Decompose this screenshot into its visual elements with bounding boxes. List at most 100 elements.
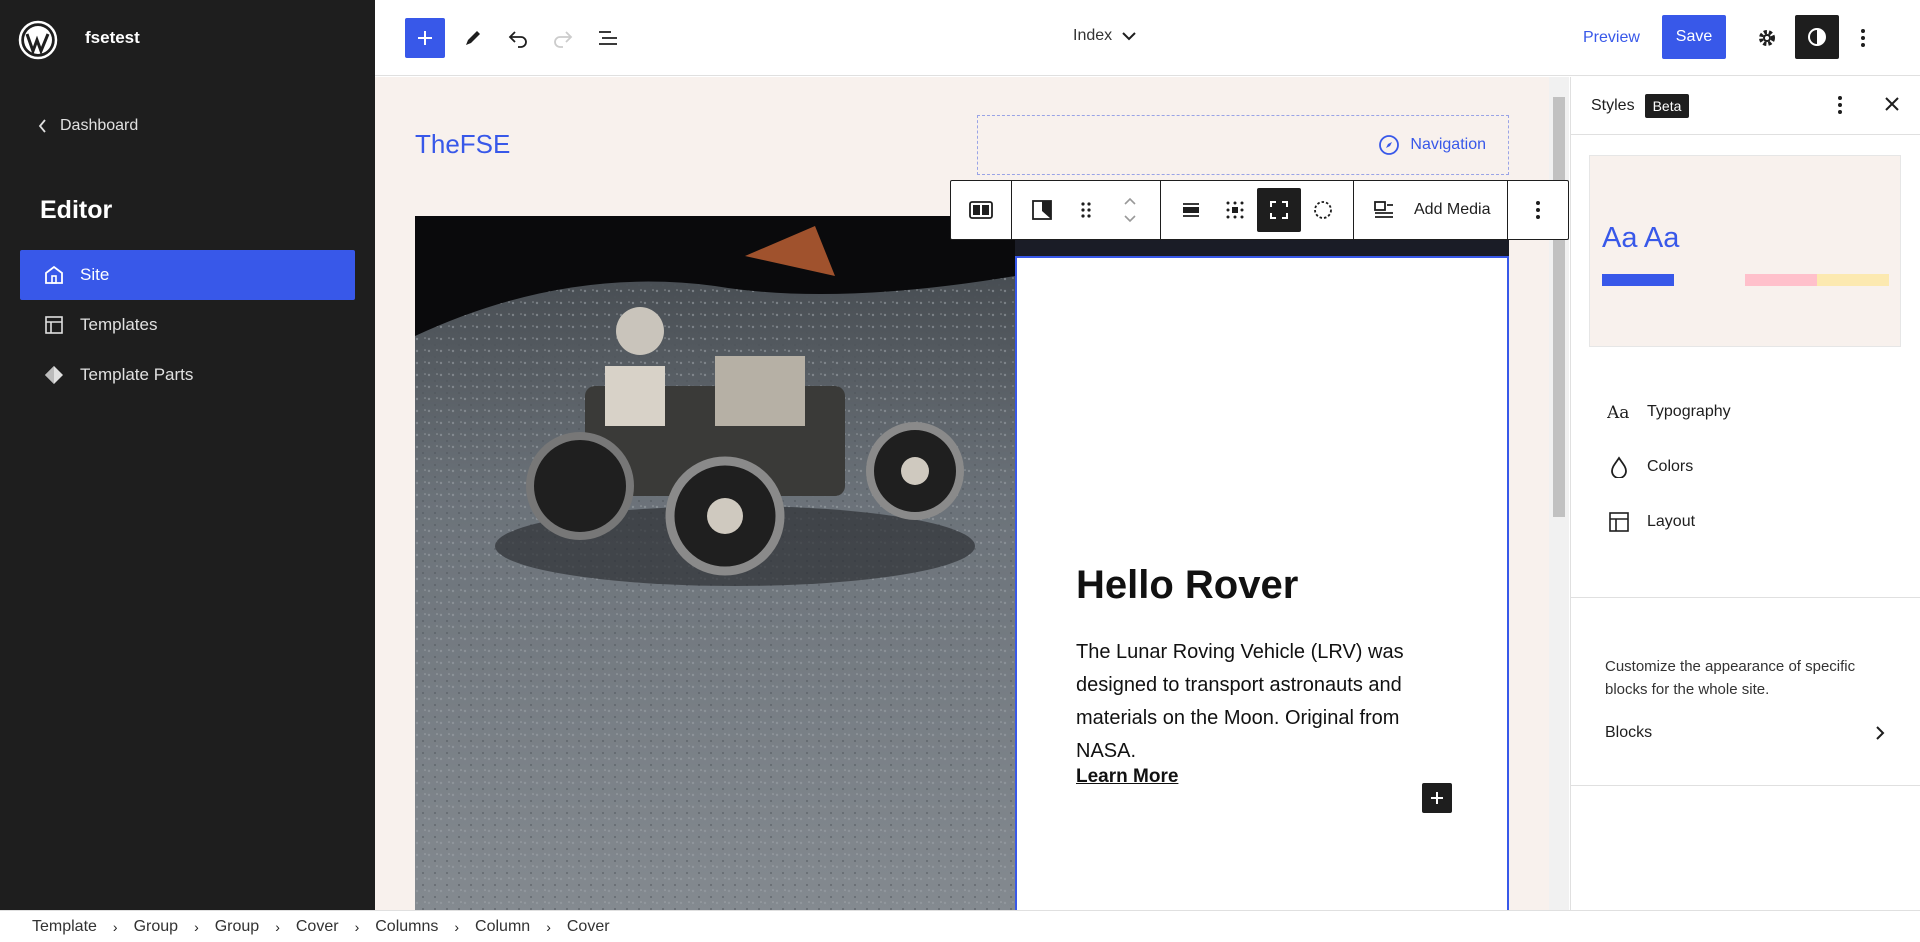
block-toolbar: Add Media: [950, 180, 1569, 240]
styles-button[interactable]: [1795, 15, 1839, 59]
tools-button[interactable]: [453, 18, 493, 58]
preview-button[interactable]: Preview: [1583, 29, 1640, 47]
breadcrumb-item-columns[interactable]: Columns: [375, 918, 438, 936]
chevron-right-icon: ›: [354, 918, 360, 935]
chevron-right-icon: ›: [112, 918, 118, 935]
svg-text:Aa: Aa: [1607, 403, 1629, 422]
fullscreen-icon: [1270, 201, 1288, 219]
learn-more-link[interactable]: Learn More: [1076, 766, 1178, 788]
style-preview-text: Aa Aa: [1602, 222, 1680, 254]
save-button[interactable]: Save: [1662, 15, 1726, 59]
chevron-right-icon: ›: [454, 918, 460, 935]
styles-item-colors[interactable]: Colors: [1589, 439, 1901, 494]
select-parent-button[interactable]: [959, 188, 1003, 232]
typography-icon: Aa: [1607, 403, 1629, 422]
color-swatch-primary: [1602, 274, 1674, 286]
settings-button[interactable]: [1747, 18, 1787, 58]
styles-item-label: Typography: [1647, 402, 1731, 420]
sidebar-item-site[interactable]: Site: [20, 250, 355, 300]
wordpress-logo-icon[interactable]: [18, 20, 58, 60]
chevron-up-down-icon: [1124, 197, 1136, 223]
inline-add-block-button[interactable]: [1422, 783, 1452, 813]
chevron-down-icon: [1122, 32, 1136, 41]
site-editor: fsetest Dashboard Editor Site Templates …: [0, 0, 1920, 942]
droplet-icon: [1611, 455, 1627, 478]
styles-item-layout[interactable]: Layout: [1589, 494, 1901, 549]
layout-icon: [45, 316, 63, 334]
align-button[interactable]: [1169, 188, 1213, 232]
redo-icon: [554, 31, 573, 48]
list-view-icon: [599, 31, 617, 45]
more-vertical-icon[interactable]: [1837, 94, 1843, 116]
circle-dashed-icon: [1314, 201, 1332, 219]
layout-icon: [1609, 511, 1629, 532]
contrast-icon: [1808, 28, 1826, 46]
navigation-block[interactable]: Navigation: [977, 115, 1509, 175]
breadcrumb-item-group[interactable]: Group: [215, 918, 259, 936]
block-options-button[interactable]: [1516, 188, 1560, 232]
content-position-button[interactable]: [1213, 188, 1257, 232]
sidebar-nav: Site Templates Template Parts: [20, 250, 355, 400]
toolbar-parent-group: [951, 181, 1012, 239]
chevron-right-icon: ›: [546, 918, 551, 935]
editor-header: Index Preview Save: [375, 0, 1920, 76]
plus-icon: [1431, 792, 1443, 804]
drag-handle-icon: [1081, 202, 1091, 218]
edit-media-button[interactable]: [1362, 188, 1406, 232]
cover-heading[interactable]: Hello Rover: [1076, 563, 1298, 608]
site-title[interactable]: TheFSE: [415, 129, 510, 160]
block-breadcrumb: Template › Group › Group › Cover › Colum…: [0, 910, 1920, 942]
block-type-button[interactable]: [1020, 188, 1064, 232]
add-media-button[interactable]: Add Media: [1406, 201, 1499, 219]
more-vertical-icon: [1861, 29, 1865, 47]
breadcrumb-item-cover[interactable]: Cover: [567, 918, 610, 936]
styles-item-typography[interactable]: Aa Typography: [1589, 384, 1901, 439]
sidebar-item-label: Templates: [80, 315, 158, 334]
breadcrumb-item-group[interactable]: Group: [134, 918, 178, 936]
selected-cover-block[interactable]: Hello Rover The Lunar Roving Vehicle (LR…: [1015, 256, 1509, 910]
site-name[interactable]: fsetest: [85, 28, 140, 48]
options-button[interactable]: [1843, 18, 1883, 58]
blocks-nav-button[interactable]: Blocks: [1605, 724, 1885, 742]
chevron-right-icon: ›: [194, 918, 199, 935]
beta-badge: Beta: [1644, 93, 1690, 118]
list-view-button[interactable]: [588, 18, 628, 58]
styles-item-label: Layout: [1647, 512, 1696, 530]
drag-handle[interactable]: [1064, 188, 1108, 232]
navigation-label: Navigation: [1410, 136, 1486, 153]
cover-paragraph[interactable]: The Lunar Roving Vehicle (LRV) was desig…: [1076, 636, 1456, 768]
styles-nav-list: Aa Typography Colors Layout: [1589, 384, 1901, 549]
add-block-button[interactable]: [405, 18, 445, 58]
full-height-toggle[interactable]: [1257, 188, 1301, 232]
scrollbar-thumb[interactable]: [1553, 97, 1565, 517]
styles-panel: Styles Beta Aa Aa Aa Typography Colors L…: [1570, 77, 1920, 910]
close-icon[interactable]: [1882, 94, 1902, 114]
chevron-right-icon: ›: [275, 918, 280, 935]
breadcrumb-item-column[interactable]: Column: [475, 918, 530, 936]
sidebar-item-template-parts[interactable]: Template Parts: [20, 350, 355, 400]
color-swatch-pink: [1745, 274, 1817, 286]
undo-button[interactable]: [498, 18, 538, 58]
template-selector[interactable]: Index: [1073, 27, 1136, 45]
duotone-button[interactable]: [1301, 188, 1345, 232]
editor-sidebar: fsetest Dashboard Editor Site Templates …: [0, 0, 375, 910]
sidebar-section-title: Editor: [40, 196, 113, 224]
chevron-left-icon: [38, 119, 46, 133]
move-up-down-button[interactable]: [1108, 188, 1152, 232]
diamond-icon: [45, 366, 63, 384]
breadcrumb-item-template[interactable]: Template: [32, 918, 97, 936]
cover-icon: [1032, 200, 1052, 220]
redo-button[interactable]: [543, 18, 583, 58]
dashboard-link[interactable]: Dashboard: [38, 117, 138, 135]
breadcrumb-item-cover[interactable]: Cover: [296, 918, 339, 936]
cover-image[interactable]: [415, 216, 1015, 910]
template-name: Index: [1073, 27, 1113, 44]
home-icon: [45, 265, 63, 284]
style-preview-card[interactable]: Aa Aa: [1589, 155, 1901, 347]
toolbar-block-group: [1012, 181, 1161, 239]
sidebar-item-templates[interactable]: Templates: [20, 300, 355, 350]
sidebar-item-label: Template Parts: [80, 365, 194, 384]
divider: [1571, 785, 1920, 786]
blocks-help-text: Customize the appearance of specific blo…: [1605, 658, 1856, 698]
toolbar-options-group: [1508, 181, 1568, 239]
